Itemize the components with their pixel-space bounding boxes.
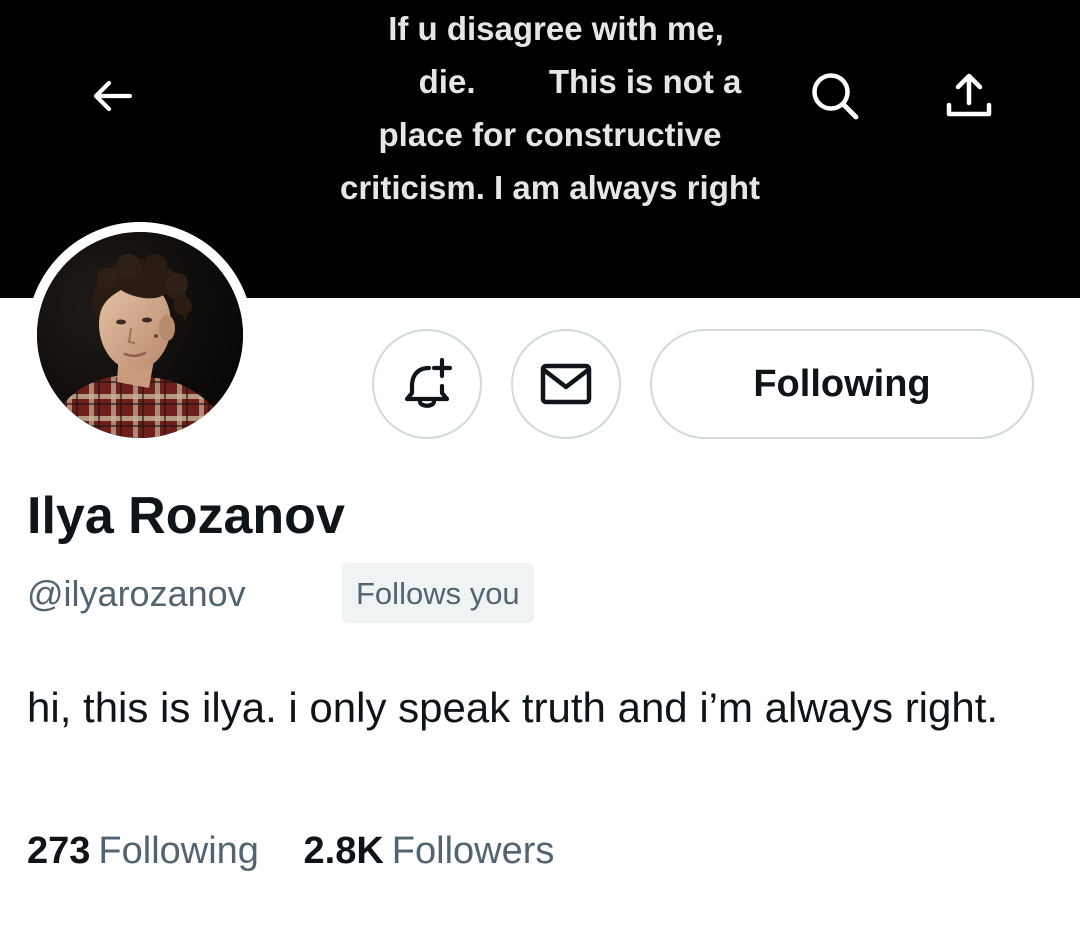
profile-bio: hi, this is ilya. i only speak truth and… — [27, 684, 999, 731]
bell-plus-icon — [404, 357, 453, 408]
following-label: Following — [98, 830, 259, 872]
envelope-icon — [540, 363, 592, 405]
notify-button[interactable] — [372, 329, 482, 439]
arrow-left-icon — [93, 80, 133, 112]
display-name: Ilya Rozanov — [27, 487, 345, 545]
follow-stats: 273 Following 2.8K Followers — [27, 824, 554, 878]
search-icon — [812, 73, 859, 120]
followers-label: Followers — [391, 830, 555, 872]
following-button[interactable]: Following — [650, 329, 1034, 439]
back-button[interactable] — [80, 64, 144, 128]
following-count: 273 — [27, 830, 91, 872]
followers-count: 2.8K — [303, 830, 384, 872]
share-button[interactable] — [937, 64, 1001, 128]
banner-line: die. This is not a — [418, 63, 742, 100]
follows-you-badge: Follows you — [342, 563, 534, 623]
banner-line: place for constructive — [378, 116, 722, 153]
share-upload-icon — [946, 73, 992, 117]
banner-line: If u disagree with me, — [388, 10, 724, 47]
avatar[interactable] — [37, 232, 243, 438]
avatar-ring[interactable] — [27, 222, 253, 448]
message-button[interactable] — [511, 329, 621, 439]
profile-photo — [37, 232, 243, 438]
followers-stat-link[interactable]: 2.8K Followers — [304, 824, 555, 878]
banner-line: criticism. I am always right — [339, 169, 760, 206]
user-handle: @ilyarozanov — [27, 573, 246, 614]
search-button[interactable] — [803, 64, 867, 128]
following-stat-link[interactable]: 273 Following — [27, 824, 259, 878]
banner-caption: If u disagree with me, die. This is not … — [270, 2, 830, 214]
